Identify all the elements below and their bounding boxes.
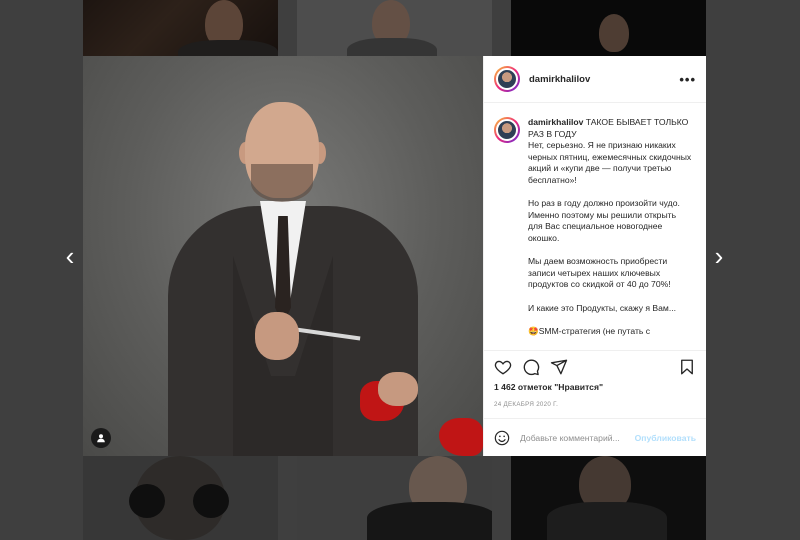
- caption-username[interactable]: damirkhalilov: [528, 117, 583, 127]
- post-sidebar: damirkhalilov ••• damirkhalilov ТАКОЕ БЫ…: [483, 56, 706, 456]
- share-paper-plane-icon[interactable]: [550, 358, 568, 376]
- photo-subject-beard: [251, 164, 313, 202]
- post-header: damirkhalilov •••: [484, 56, 706, 103]
- photo-subject-hand: [378, 372, 418, 406]
- avatar[interactable]: [494, 66, 520, 92]
- comment-bubble-icon[interactable]: [522, 358, 540, 376]
- next-post-icon[interactable]: ›: [707, 243, 731, 269]
- caption-text: damirkhalilov ТАКОЕ БЫВАЕТ ТОЛЬКО РАЗ В …: [528, 117, 693, 350]
- emoji-smiley-icon[interactable]: [494, 430, 510, 446]
- caption-paragraph: Но раз в году должно произойти чудо. Име…: [528, 198, 680, 243]
- tagged-users-icon[interactable]: [91, 428, 111, 448]
- caption-paragraph: 🤩SMM-стратегия (не путать с: [528, 325, 651, 336]
- more-options-icon[interactable]: •••: [679, 72, 696, 87]
- like-heart-icon[interactable]: [494, 358, 512, 376]
- caption-paragraph: Мы даем возможность приобрести записи че…: [528, 256, 671, 290]
- post-date[interactable]: 24 ДЕКАБРЯ 2020 Г.: [494, 401, 696, 408]
- caption-paragraph: Нет, серьезно. Я не признаю никаких черн…: [528, 140, 692, 185]
- previous-post-icon[interactable]: ‹: [58, 243, 82, 269]
- caption-avatar[interactable]: [494, 117, 520, 350]
- photo-red-glove: [439, 418, 483, 456]
- caption-section: damirkhalilov ТАКОЕ БЫВАЕТ ТОЛЬКО РАЗ В …: [484, 103, 706, 350]
- author-username[interactable]: damirkhalilov: [529, 74, 590, 85]
- publish-comment-button[interactable]: Опубликовать: [635, 433, 696, 443]
- caption-paragraph: И какие это Продукты, скажу я Вам...: [528, 302, 677, 313]
- photo-subject-hand: [255, 312, 299, 360]
- post-actions: 1 462 отметок "Нравится" 24 ДЕКАБРЯ 2020…: [484, 350, 706, 418]
- post-modal: damirkhalilov ••• damirkhalilov ТАКОЕ БЫ…: [83, 56, 706, 456]
- add-comment-bar: Опубликовать: [484, 418, 706, 456]
- bookmark-save-icon[interactable]: [678, 358, 696, 376]
- comment-input[interactable]: [520, 432, 630, 443]
- post-photo[interactable]: [83, 56, 483, 456]
- likes-count[interactable]: 1 462 отметок "Нравится": [494, 382, 696, 392]
